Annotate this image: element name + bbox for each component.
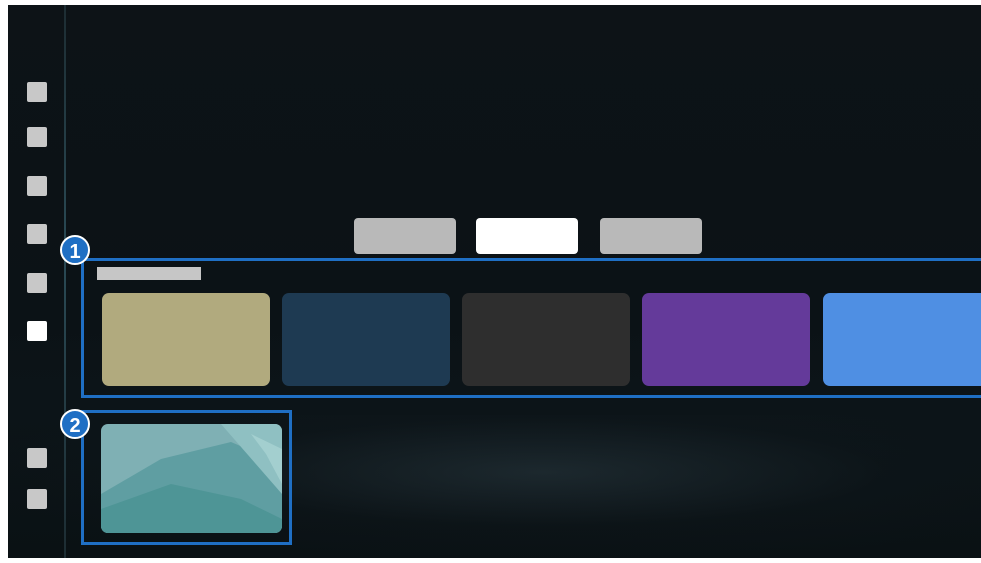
- landscape-image-icon: [101, 424, 282, 533]
- sidebar-rail: [64, 5, 66, 558]
- tab-2-selected[interactable]: [476, 218, 578, 254]
- row-title-placeholder: [97, 267, 201, 280]
- sidebar-item-7-icon[interactable]: [27, 448, 47, 468]
- content-tile-4[interactable]: [642, 293, 810, 386]
- content-tile-5[interactable]: [823, 293, 981, 386]
- tab-3[interactable]: [600, 218, 702, 254]
- sidebar-item-1-icon[interactable]: [27, 82, 47, 102]
- content-tile-2[interactable]: [282, 293, 450, 386]
- sidebar-item-2-icon[interactable]: [27, 127, 47, 147]
- content-tile-3[interactable]: [462, 293, 630, 386]
- callout-badge-2: 2: [60, 409, 90, 439]
- image-thumbnail[interactable]: [101, 424, 282, 533]
- tv-screen: 1 2: [8, 5, 981, 558]
- callout-badge-1: 1: [60, 235, 90, 265]
- tab-1[interactable]: [354, 218, 456, 254]
- sidebar-item-5-icon[interactable]: [27, 273, 47, 293]
- sidebar-item-8-icon[interactable]: [27, 489, 47, 509]
- content-tile-1[interactable]: [102, 293, 270, 386]
- sidebar-item-6-icon[interactable]: [27, 321, 47, 341]
- sidebar-item-3-icon[interactable]: [27, 176, 47, 196]
- sidebar-item-4-icon[interactable]: [27, 224, 47, 244]
